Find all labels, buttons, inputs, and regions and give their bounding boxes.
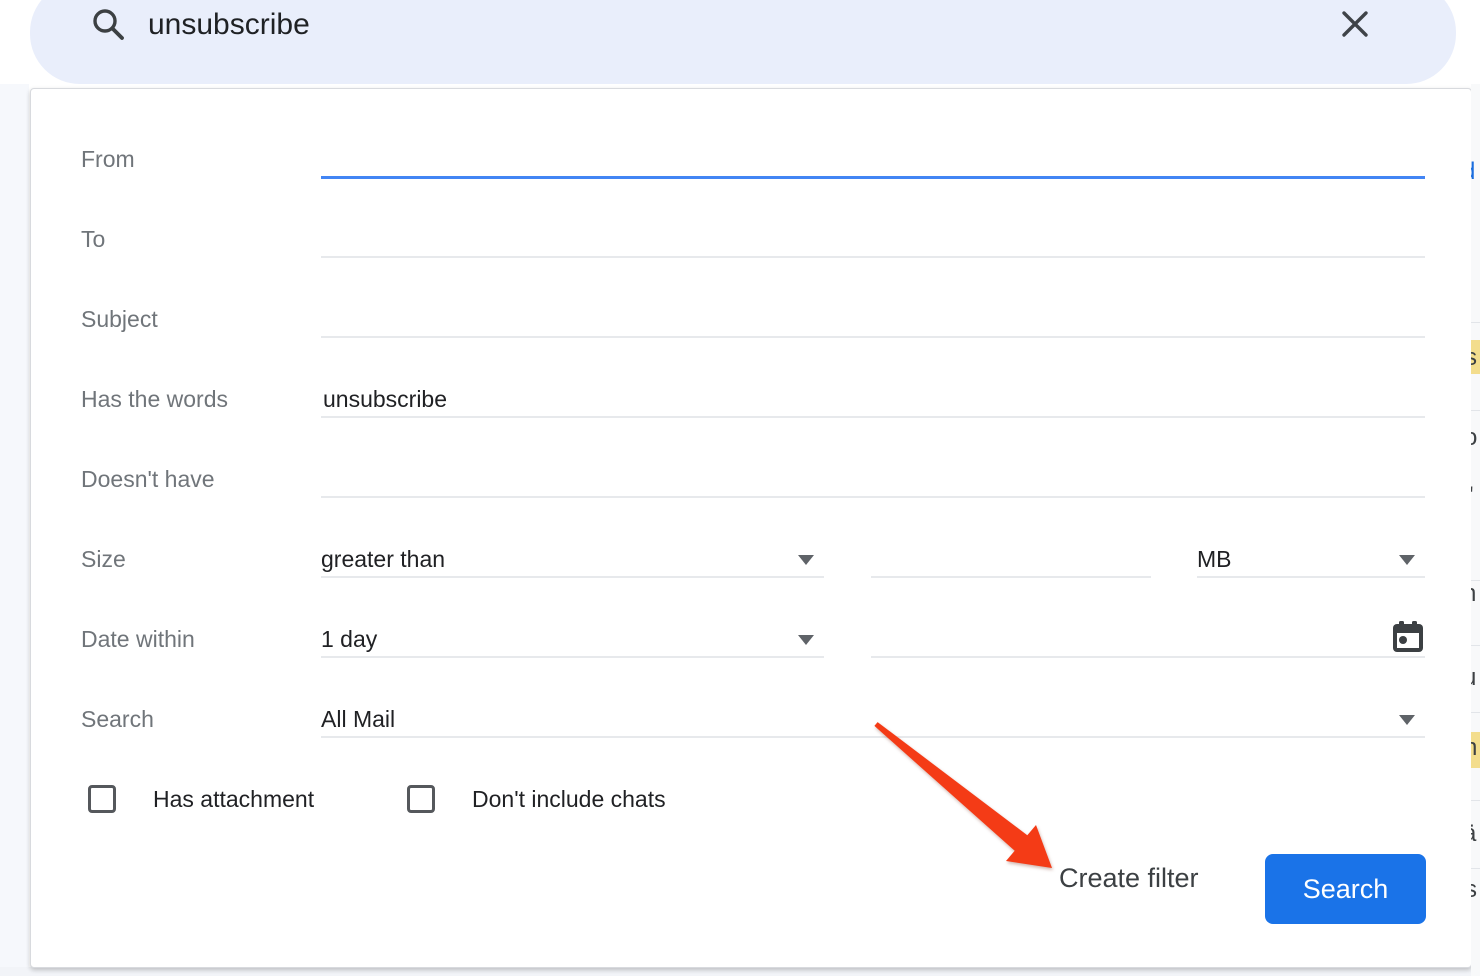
has-words-underline — [321, 416, 1425, 418]
search-icon — [90, 6, 126, 42]
checkbox-has-attachment[interactable] — [88, 785, 116, 813]
size-amount-underline — [871, 576, 1151, 578]
search-scope-underline — [321, 736, 1425, 738]
size-unit-underline — [1197, 576, 1425, 578]
date-underline — [871, 656, 1425, 658]
search-submit-button[interactable]: Search — [1265, 854, 1426, 924]
email-text-fragment: s — [1471, 344, 1477, 372]
email-text-fragment: ' — [1471, 482, 1474, 510]
from-label: From — [81, 144, 135, 174]
dropdown-arrow-icon — [1399, 715, 1415, 725]
occluded-email-list-strip: d s o ' n u n ä s — [1471, 84, 1480, 976]
dont-include-chats-label: Don't include chats — [472, 784, 666, 814]
has-words-input[interactable]: unsubscribe — [323, 384, 447, 414]
close-icon — [1339, 8, 1371, 40]
email-text-fragment: n — [1471, 580, 1476, 608]
from-underline — [321, 176, 1425, 179]
to-label: To — [81, 224, 105, 254]
search-bar[interactable]: unsubscribe — [30, 0, 1456, 84]
email-text-fragment: d — [1471, 158, 1475, 186]
email-text-fragment: s — [1471, 876, 1477, 904]
to-underline — [321, 256, 1425, 258]
advanced-search-panel: From To Subject Has the words unsubscrib… — [30, 88, 1472, 968]
email-text-fragment: n — [1471, 734, 1477, 762]
size-unit-dropdown[interactable]: MB — [1197, 544, 1232, 574]
search-scope-dropdown[interactable]: All Mail — [321, 704, 395, 734]
size-operator-dropdown[interactable]: greater than — [321, 544, 445, 574]
dropdown-arrow-icon — [1399, 555, 1415, 565]
doesnt-have-underline — [321, 496, 1425, 498]
has-attachment-label: Has attachment — [153, 784, 314, 814]
checkbox-dont-include-chats[interactable] — [407, 785, 435, 813]
subject-underline — [321, 336, 1425, 338]
date-within-label: Date within — [81, 624, 195, 654]
page-background-bottom — [0, 967, 1480, 976]
date-range-underline — [321, 656, 824, 658]
has-words-label: Has the words — [81, 384, 228, 414]
dropdown-arrow-icon — [798, 635, 814, 645]
email-text-fragment: o — [1471, 424, 1477, 452]
size-label: Size — [81, 544, 126, 574]
gmail-search-filter-screen: unsubscribe From To Subject Has the word… — [0, 0, 1480, 976]
email-text-fragment: ä — [1471, 820, 1476, 848]
email-text-fragment: u — [1471, 664, 1476, 692]
date-range-dropdown[interactable]: 1 day — [321, 624, 377, 654]
subject-label: Subject — [81, 304, 158, 334]
page-background-left — [0, 84, 29, 976]
calendar-icon[interactable] — [1391, 620, 1425, 654]
doesnt-have-label: Doesn't have — [81, 464, 215, 494]
close-search-button[interactable] — [1333, 2, 1377, 46]
create-filter-button[interactable]: Create filter — [1059, 861, 1199, 895]
search-scope-label: Search — [81, 704, 154, 734]
dropdown-arrow-icon — [798, 555, 814, 565]
size-operator-underline — [321, 576, 824, 578]
search-input[interactable]: unsubscribe — [148, 6, 310, 44]
